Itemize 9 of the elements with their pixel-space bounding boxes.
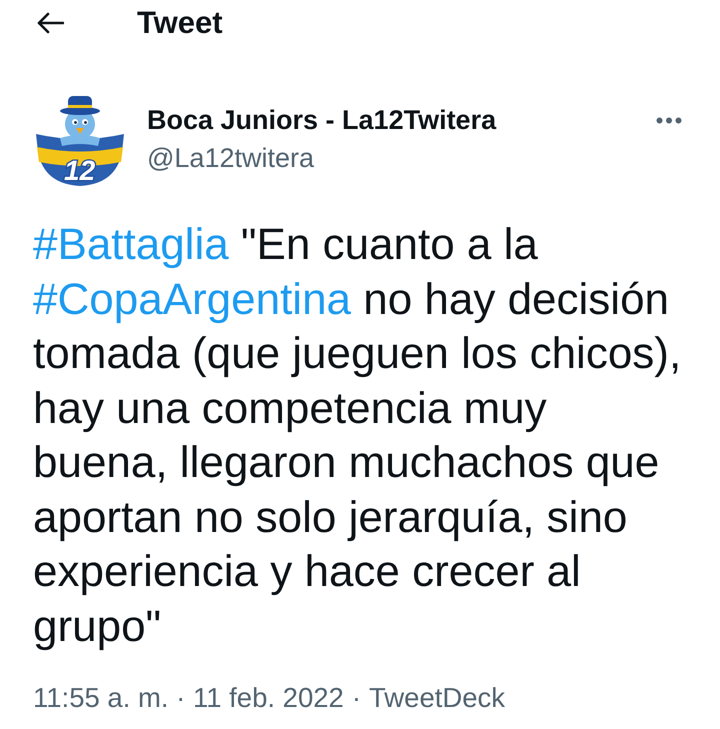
more-icon[interactable] xyxy=(656,117,682,124)
separator-dot: · xyxy=(352,682,362,714)
back-arrow-icon[interactable] xyxy=(36,12,64,34)
timestamp-link[interactable]: 11:55 a. m. · 11 feb. 2022 xyxy=(33,682,344,714)
author-name[interactable]: Boca Juniors - La12Twitera xyxy=(147,104,656,136)
page-title: Tweet xyxy=(137,5,223,41)
author-handle[interactable]: @La12twitera xyxy=(147,142,656,174)
tweet-text: #Battaglia "En cuanto a la #CopaArgentina no hay decisión tomada (que jueguen los chicos), hay una competencia muy buena, llegaron muchachos que aportan no solo jerarquía, sino experiencia y hace crecer al grupo" xyxy=(32,219,682,652)
source-link[interactable]: TweetDeck xyxy=(369,682,506,714)
